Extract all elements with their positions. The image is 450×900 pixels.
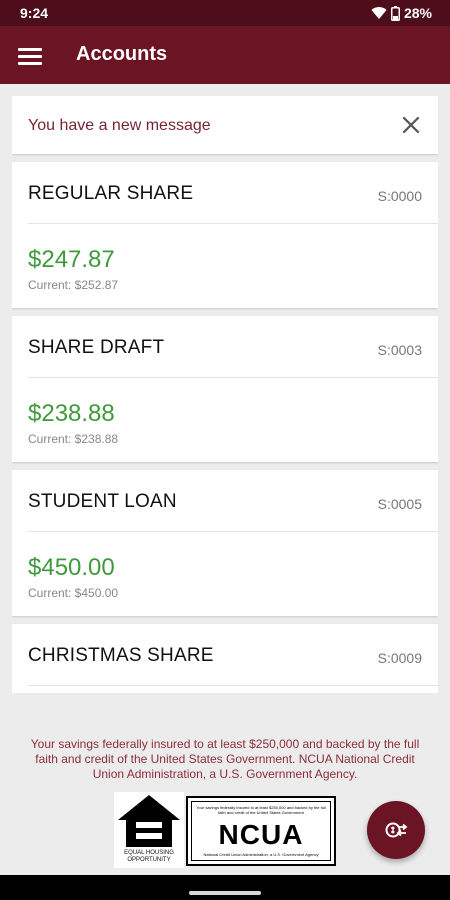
account-balance: $450.00 bbox=[28, 554, 115, 581]
wifi-icon bbox=[371, 7, 387, 20]
account-number: S:0005 bbox=[377, 496, 422, 512]
account-card-student-loan[interactable]: STUDENT LOAN S:0005 $450.00 Current: $45… bbox=[12, 470, 438, 616]
page-title: Accounts bbox=[76, 43, 168, 65]
ncua-top-text: Your savings federally insured to at lea… bbox=[196, 805, 326, 815]
account-balance: $238.88 bbox=[28, 400, 115, 427]
home-gesture-handle[interactable] bbox=[189, 891, 261, 895]
account-name: CHRISTMAS SHARE bbox=[28, 645, 214, 666]
account-card-share-draft[interactable]: SHARE DRAFT S:0003 $238.88 Current: $238… bbox=[12, 316, 438, 462]
divider bbox=[28, 685, 438, 686]
account-number: S:0009 bbox=[377, 650, 422, 666]
ncua-bottom-text: National Credit Union Administration, a … bbox=[203, 852, 319, 857]
ncua-wordmark: NCUA bbox=[218, 819, 304, 850]
account-number: S:0000 bbox=[377, 188, 422, 204]
account-current-balance: Current: $252.87 bbox=[28, 278, 119, 292]
transfer-icon bbox=[385, 822, 408, 838]
battery-percent: 28% bbox=[403, 5, 432, 21]
account-name: SHARE DRAFT bbox=[28, 337, 165, 358]
status-time: 9:24 bbox=[20, 5, 49, 21]
compliance-logos: EQUAL HOUSING OPPORTUNITY Your savings f… bbox=[114, 792, 338, 868]
message-banner[interactable]: You have a new message bbox=[12, 96, 438, 154]
account-name: REGULAR SHARE bbox=[28, 183, 194, 204]
account-name: STUDENT LOAN bbox=[28, 491, 177, 512]
battery-icon bbox=[390, 5, 400, 21]
divider bbox=[28, 223, 438, 224]
system-nav-bar bbox=[0, 875, 450, 900]
insurance-disclaimer: Your savings federally insured to at lea… bbox=[30, 737, 420, 781]
close-icon[interactable] bbox=[398, 112, 424, 138]
equal-housing-caption: EQUAL HOUSING OPPORTUNITY bbox=[124, 850, 174, 863]
account-card-regular-share[interactable]: REGULAR SHARE S:0000 $247.87 Current: $2… bbox=[12, 162, 438, 308]
house-icon bbox=[118, 795, 180, 847]
account-current-balance: Current: $238.88 bbox=[28, 432, 119, 446]
status-bar: 9:24 28% bbox=[0, 0, 450, 26]
accounts-list[interactable]: You have a new message REGULAR SHARE S:0… bbox=[12, 96, 438, 693]
app-bar: Accounts bbox=[0, 26, 450, 84]
account-current-balance: Current: $450.00 bbox=[28, 586, 119, 600]
divider bbox=[28, 377, 438, 378]
message-text: You have a new message bbox=[28, 117, 211, 134]
ncua-logo: Your savings federally insured to at lea… bbox=[186, 796, 336, 866]
account-card-christmas-share[interactable]: CHRISTMAS SHARE S:0009 bbox=[12, 624, 438, 693]
account-balance: $247.87 bbox=[28, 246, 115, 273]
divider bbox=[28, 531, 438, 532]
menu-icon[interactable] bbox=[16, 42, 44, 70]
equal-housing-logo: EQUAL HOUSING OPPORTUNITY bbox=[114, 792, 184, 868]
account-number: S:0003 bbox=[377, 342, 422, 358]
transfer-fab-button[interactable] bbox=[367, 801, 425, 859]
status-indicators: 28% bbox=[371, 5, 432, 21]
